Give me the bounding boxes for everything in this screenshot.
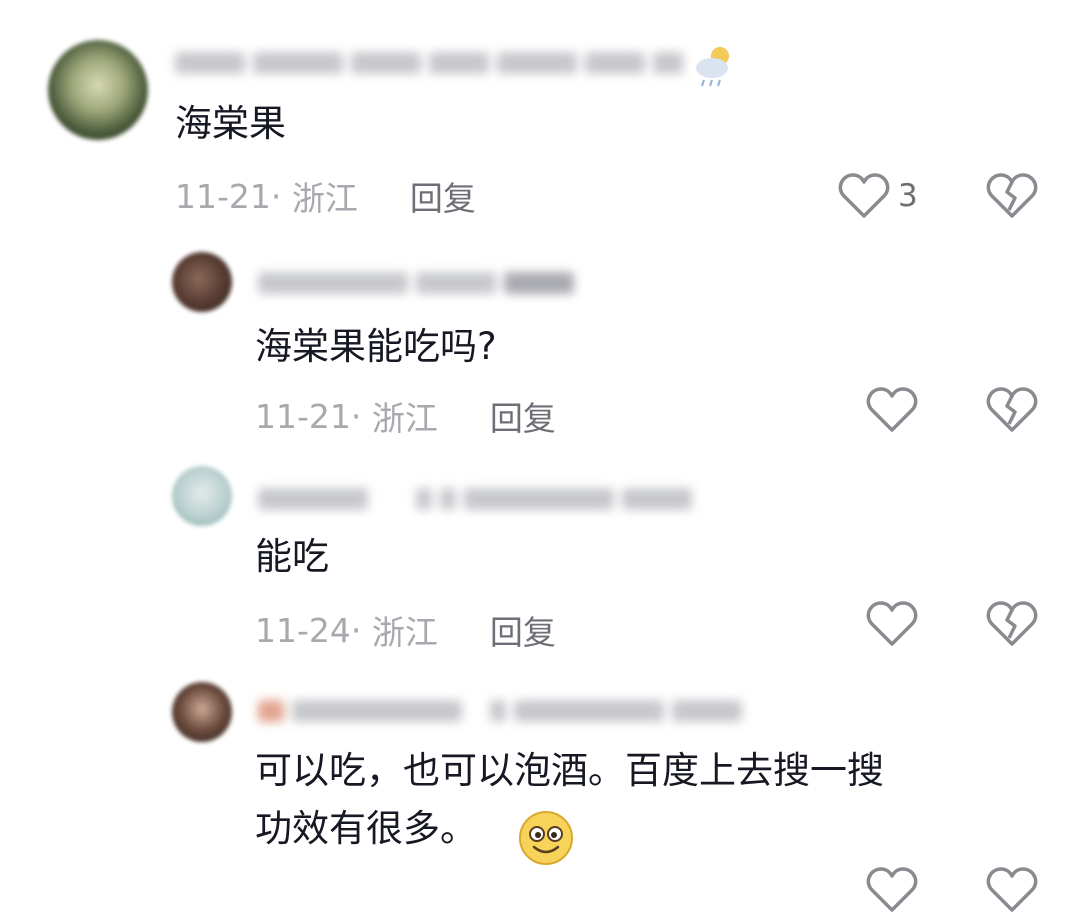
dot-separator: · xyxy=(270,176,292,216)
broken-heart-icon[interactable] xyxy=(986,386,1038,434)
reply-item: 海棠果能吃吗? 11-21 · 浙江 回复 xyxy=(0,230,1080,450)
comment-content: 海棠果 xyxy=(175,102,286,145)
username-blurred[interactable] xyxy=(258,700,742,722)
comment-location: 浙江 xyxy=(371,613,438,652)
comment-location: 浙江 xyxy=(291,179,358,218)
username-blurred[interactable] xyxy=(258,272,574,294)
comment-item: 海棠果 11-21 · 浙江 回复 3 xyxy=(0,0,1080,230)
reply-button[interactable]: 回复 xyxy=(490,392,556,440)
smiley-emoji-icon xyxy=(519,811,573,865)
comment-date: 11-24 xyxy=(255,610,351,650)
avatar[interactable] xyxy=(172,466,232,526)
heart-outline-icon[interactable] xyxy=(866,866,918,914)
comment-location: 浙江 xyxy=(371,399,438,438)
comment-content: 能吃 xyxy=(255,535,329,578)
dot-separator: · xyxy=(350,610,372,650)
heart-outline-icon[interactable] xyxy=(866,386,918,434)
dot-separator: · xyxy=(350,396,372,436)
avatar[interactable] xyxy=(48,40,148,140)
comment-meta: 11-21 · 浙江 回复 xyxy=(175,172,476,220)
comment-meta: 11-21 · 浙江 回复 xyxy=(255,392,556,440)
like-count: 3 xyxy=(898,178,918,214)
broken-heart-icon[interactable] xyxy=(986,172,1038,220)
heart-outline-icon[interactable] xyxy=(838,172,890,220)
reply-item: 能吃 11-24 · 浙江 回复 xyxy=(0,450,1080,670)
weather-cloud-sun-icon xyxy=(696,47,729,87)
username-blurred[interactable] xyxy=(258,488,692,510)
reply-button[interactable]: 回复 xyxy=(490,606,556,654)
avatar[interactable] xyxy=(172,682,232,742)
reply-item: 可以吃，也可以泡酒。百度上去搜一搜 功效有很多。 xyxy=(0,670,1080,912)
comment-content: 海棠果能吃吗? xyxy=(255,325,497,368)
broken-heart-icon[interactable] xyxy=(986,866,1038,914)
broken-heart-icon[interactable] xyxy=(986,600,1038,648)
heart-outline-icon[interactable] xyxy=(866,600,918,648)
reply-button[interactable]: 回复 xyxy=(410,172,476,220)
comment-date: 11-21 xyxy=(175,176,271,216)
username-blurred[interactable] xyxy=(175,52,683,74)
avatar[interactable] xyxy=(172,252,232,312)
comment-meta: 11-24 · 浙江 回复 xyxy=(255,606,556,654)
comment-date: 11-21 xyxy=(255,396,351,436)
